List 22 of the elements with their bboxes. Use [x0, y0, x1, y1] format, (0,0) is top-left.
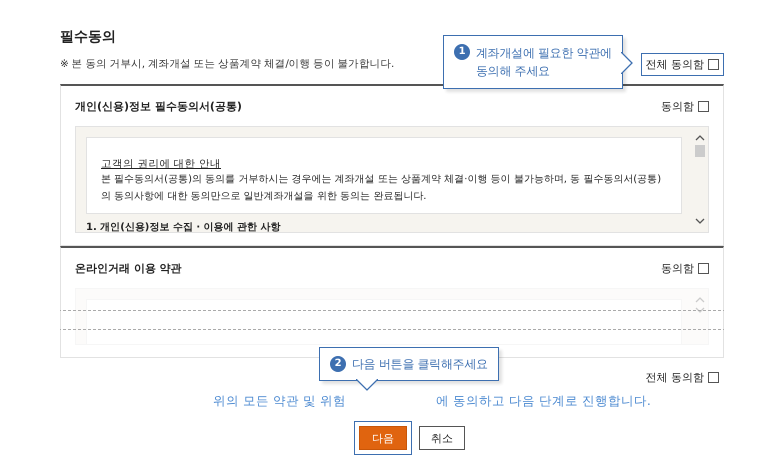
terms-paragraph: 본 필수동의서(공통)의 동의를 거부하시는 경우에는 계좌개설 또는 상품계약 체결·이행 등이 불가능하며, 동 필수동의서(공통)의 동의사항에 대한 동의만으로 일반계좌개설을 위한 동의는 완료됩니다.: [101, 173, 662, 204]
step-number-badge: 2: [330, 356, 346, 372]
agreement-title: 온라인거래 이용 약관: [75, 260, 182, 276]
cancel-button[interactable]: 취소: [419, 426, 465, 450]
scroll-up-icon[interactable]: [695, 135, 705, 141]
proceed-text: 에 동의하고 다음 단계로 진행합니다.: [436, 392, 651, 410]
agreement-title: 개인(신용)정보 필수동의서(공통): [75, 98, 242, 114]
proceed-text: 위의 모든 약관 및 위험: [213, 392, 346, 410]
notice-text: ※ 본 동의 거부시, 계좌개설 또는 상품계약 체결/이행 등이 불가합니다.: [60, 57, 394, 71]
tooltip-text: 다음 버튼을 클릭해주세요: [352, 356, 488, 373]
agree-all-checkbox[interactable]: 전체 동의함: [640, 366, 724, 389]
terms-subheading: 1. 개인(신용)정보 수집 · 이용에 관한 사항: [86, 221, 282, 232]
agree-checkbox[interactable]: 동의함: [661, 260, 709, 276]
agree-checkbox[interactable]: 동의함: [661, 98, 709, 114]
step-number-badge: 1: [454, 44, 470, 60]
next-button[interactable]: 다음: [359, 426, 407, 450]
tooltip-text: 계좌개설에 필요한 약관에 동의해 주세요: [476, 45, 612, 80]
section-heading: 필수동의: [60, 28, 116, 47]
scrollbar-thumb[interactable]: [695, 145, 705, 157]
scroll-down-icon[interactable]: [695, 218, 705, 224]
agree-all-checkbox[interactable]: 전체 동의함: [640, 52, 724, 76]
rights-link[interactable]: 고객의 권리에 대한 안내: [101, 157, 222, 171]
